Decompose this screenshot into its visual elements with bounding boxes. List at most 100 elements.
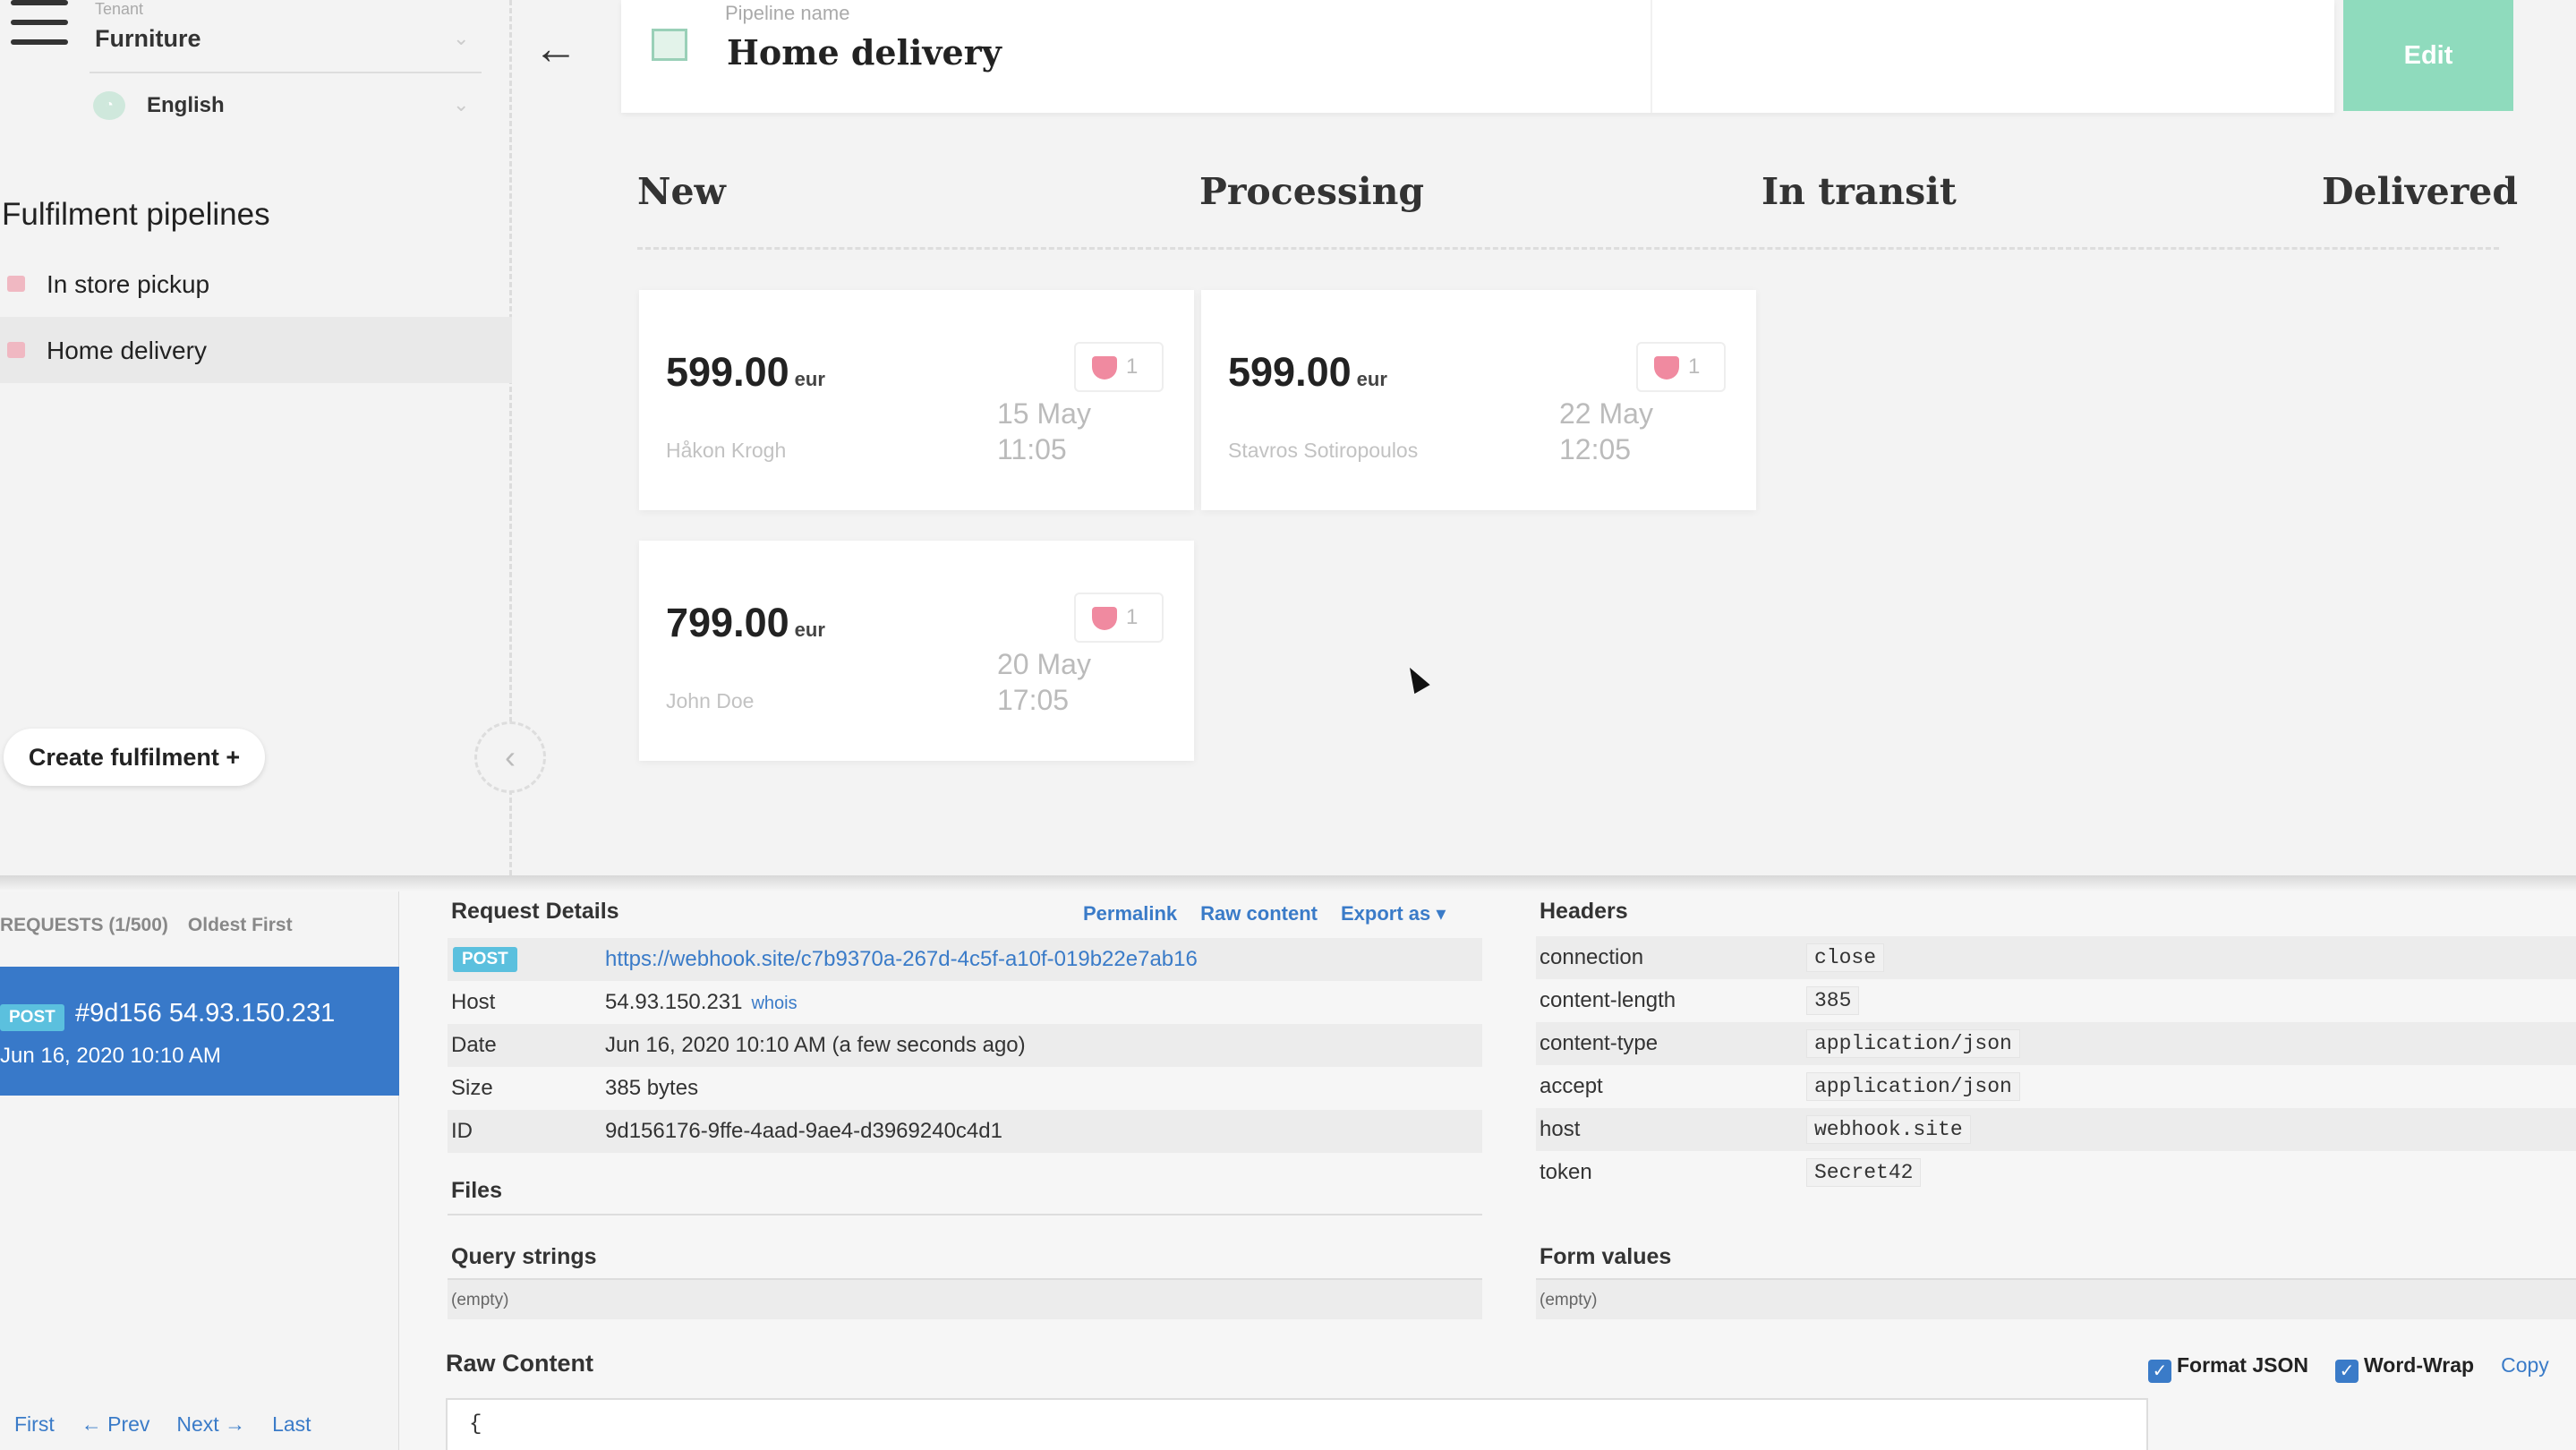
order-count-badge: 1 <box>1636 342 1726 392</box>
pipeline-header: Pipeline name Home delivery <box>621 0 2334 113</box>
detail-key: Host <box>451 990 496 1014</box>
column-title-new: New <box>637 170 726 213</box>
pager-first[interactable]: First <box>14 1412 55 1436</box>
header-key: host <box>1540 1117 1581 1141</box>
section-title: Fulfilment pipelines <box>2 197 270 232</box>
header-key: accept <box>1540 1074 1603 1098</box>
language-icon: ◔ <box>93 91 125 120</box>
url-row: POST https://webhook.site/c7b9370a-267d-… <box>448 938 1482 981</box>
sidebar-item-in-store-pickup[interactable]: In store pickup <box>0 251 512 317</box>
mouse-cursor-icon <box>1402 662 1430 695</box>
files-divider <box>448 1214 1482 1215</box>
order-customer: John Doe <box>666 689 755 712</box>
pipeline-name: Home delivery <box>727 32 1002 72</box>
header-key: token <box>1540 1160 1592 1184</box>
pagination: First ← Prev Next → Last <box>14 1412 338 1437</box>
header-value: Secret42 <box>1806 1158 1922 1187</box>
header-value: application/json <box>1806 1072 2020 1101</box>
raw-content-link[interactable]: Raw content <box>1200 902 1318 925</box>
column-title-processing: Processing <box>1199 170 1425 213</box>
pipeline-name-label: Pipeline name <box>725 2 850 24</box>
pager-last[interactable]: Last <box>272 1412 311 1436</box>
fulfilment-app: Tenant Furniture ⌄ ◔ English ⌄ Fulfilmen… <box>0 0 2576 875</box>
detail-value: 9d156176-9ffe-4aad-9ae4-d3969240c4d1 <box>605 1119 1002 1143</box>
word-wrap-toggle[interactable]: ✓ Word-Wrap <box>2334 1353 2474 1383</box>
form-empty: (empty) <box>1536 1280 2576 1319</box>
request-time: Jun 16, 2020 10:10 AM <box>0 1044 221 1068</box>
order-amount: 599.00 eur <box>666 349 825 395</box>
order-amount: 799.00 eur <box>666 600 825 645</box>
checkbox-checked-icon[interactable]: ✓ <box>2148 1360 2171 1383</box>
pager-next[interactable]: Next → <box>176 1412 245 1436</box>
header-key: content-type <box>1540 1031 1659 1055</box>
raw-options: ✓ Format JSON ✓ Word-Wrap Copy <box>2148 1353 2549 1383</box>
column-divider <box>637 247 2499 250</box>
header-row: content-type application/json <box>1536 1022 2576 1065</box>
header-row: connection close <box>1536 936 2576 979</box>
sidebar-item-home-delivery[interactable]: Home delivery <box>0 317 512 383</box>
format-json-toggle[interactable]: ✓ Format JSON <box>2148 1353 2308 1383</box>
pipeline-icon <box>7 276 25 292</box>
method-badge: POST <box>0 1004 64 1031</box>
details-links: Permalink Raw content Export as ▾ <box>1083 902 1469 925</box>
raw-content-box[interactable]: { <box>446 1398 2148 1450</box>
details-title: Request Details <box>451 899 619 924</box>
column-title-delivered: Delivered <box>2322 170 2519 213</box>
header-row: accept application/json <box>1536 1065 2576 1108</box>
detail-value: 385 bytes <box>605 1076 699 1100</box>
date-row: Date Jun 16, 2020 10:10 AM (a few second… <box>448 1024 1482 1067</box>
edit-button[interactable]: Edit <box>2343 0 2513 111</box>
create-fulfilment-button[interactable]: Create fulfilment + <box>4 729 265 786</box>
header-value: webhook.site <box>1806 1115 1971 1144</box>
order-date: 22 May 12:05 <box>1559 397 1653 465</box>
raw-content-title: Raw Content <box>446 1350 593 1377</box>
order-amount: 599.00 eur <box>1228 349 1387 395</box>
header-row: host webhook.site <box>1536 1108 2576 1151</box>
tenant-select[interactable]: Furniture <box>95 25 201 53</box>
order-count-badge: 1 <box>1074 342 1164 392</box>
header-row: token Secret42 <box>1536 1151 2576 1194</box>
sidebar: Tenant Furniture ⌄ ◔ English ⌄ Fulfilmen… <box>0 0 512 875</box>
detail-value: 54.93.150.231 whois <box>605 990 798 1014</box>
header-row: content-length 385 <box>1536 979 2576 1022</box>
order-card[interactable]: 599.00 eur Håkon Krogh 1 15 May 11:05 <box>639 290 1194 510</box>
detail-key: ID <box>451 1119 473 1143</box>
order-count-badge: 1 <box>1074 593 1164 643</box>
back-arrow-icon[interactable]: ← <box>533 21 578 75</box>
detail-key: Size <box>451 1076 493 1100</box>
request-item[interactable]: POST #9d156 54.93.150.231 Jun 16, 2020 1… <box>0 967 399 1096</box>
checkbox-checked-icon[interactable]: ✓ <box>2334 1360 2358 1383</box>
language-chevron-icon[interactable]: ⌄ <box>453 93 469 116</box>
request-title: #9d156 54.93.150.231 <box>75 999 336 1028</box>
language-select[interactable]: English <box>147 93 225 118</box>
order-customer: Stavros Sotiropoulos <box>1228 439 1419 462</box>
size-row: Size 385 bytes <box>448 1067 1482 1110</box>
copy-link[interactable]: Copy <box>2501 1353 2549 1377</box>
method-badge: POST <box>453 947 517 972</box>
order-card[interactable]: 799.00 eur John Doe 1 20 May 17:05 <box>639 541 1194 761</box>
detail-key: Date <box>451 1033 497 1057</box>
whois-link[interactable]: whois <box>751 994 797 1013</box>
column-title-in-transit: In transit <box>1761 170 1957 213</box>
request-url-link[interactable]: https://webhook.site/c7b9370a-267d-4c5f-… <box>605 947 1198 972</box>
menu-icon[interactable] <box>11 0 68 54</box>
header-value: 385 <box>1806 986 1860 1015</box>
collapse-sidebar-icon[interactable]: ‹ <box>474 721 546 793</box>
heart-icon <box>1654 356 1679 380</box>
detail-value: Jun 16, 2020 10:10 AM (a few seconds ago… <box>605 1033 1026 1057</box>
order-date: 20 May 17:05 <box>997 648 1091 716</box>
tenant-chevron-icon[interactable]: ⌄ <box>453 27 469 50</box>
heart-icon <box>1092 607 1117 630</box>
id-row: ID 9d156176-9ffe-4aad-9ae4-d3969240c4d1 <box>448 1110 1482 1153</box>
pipeline-icon <box>7 342 25 358</box>
header-key: connection <box>1540 945 1644 969</box>
order-card[interactable]: 599.00 eur Stavros Sotiropoulos 1 22 May 1… <box>1201 290 1756 510</box>
webhook-viewer: REQUESTS (1/500) Oldest First POST #9d156… <box>0 875 2576 1450</box>
export-as-dropdown[interactable]: Export as ▾ <box>1341 902 1446 925</box>
tenant-label: Tenant <box>95 0 144 18</box>
permalink-link[interactable]: Permalink <box>1083 902 1177 925</box>
order-date: 15 May 11:05 <box>997 397 1091 465</box>
order-customer: Håkon Krogh <box>666 439 787 462</box>
pager-prev[interactable]: ← Prev <box>81 1412 150 1436</box>
sort-toggle[interactable]: Oldest First <box>188 915 293 935</box>
